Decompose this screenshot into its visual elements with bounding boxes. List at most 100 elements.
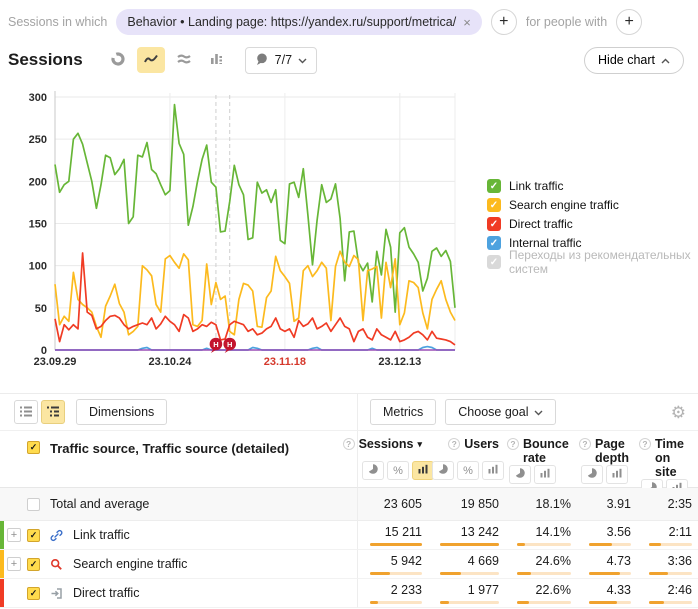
- table-row-label-2[interactable]: +✓Link traffic: [0, 521, 358, 550]
- metric-cell: 3.91: [577, 488, 637, 521]
- row-color-strip: [0, 521, 4, 549]
- bars-display-button[interactable]: [534, 465, 556, 484]
- metric-bar-track: [649, 601, 692, 604]
- svg-text:23.09.29: 23.09.29: [34, 356, 77, 368]
- filter-chip-text: Behavior • Landing page: https://yandex.…: [127, 15, 456, 29]
- metric-bar-fill: [440, 572, 461, 575]
- pie-display-button[interactable]: [581, 465, 603, 484]
- table-row-label-4[interactable]: ✓Direct traffic: [0, 579, 358, 608]
- metric-cell: 2:11: [637, 521, 698, 550]
- metric-bar-track: [370, 543, 422, 546]
- select-all-checkbox[interactable]: ✓: [27, 441, 40, 454]
- line-chart-icon: [143, 51, 159, 70]
- legend-checkbox-icon[interactable]: ✓: [487, 217, 501, 231]
- metric-bar-fill: [649, 572, 668, 575]
- table-row-label-1[interactable]: Total and average: [0, 488, 358, 521]
- add-people-condition-button[interactable]: +: [616, 9, 642, 35]
- legend-label: Search engine traffic: [509, 198, 619, 212]
- display-mode-toggles: %: [360, 461, 434, 480]
- display-mode-toggles: %: [430, 461, 504, 480]
- legend-item-2[interactable]: ✓ Search engine traffic: [487, 198, 698, 212]
- legend-item-3[interactable]: ✓Direct traffic: [487, 217, 698, 231]
- column-header-label-users[interactable]: ? Users: [448, 437, 499, 451]
- metric-bar-fill: [517, 543, 525, 546]
- pie-chart-icon: [110, 51, 126, 70]
- svg-text:H: H: [213, 340, 218, 349]
- metric-cell: 4.33: [577, 579, 637, 608]
- row-checkbox[interactable]: ✓: [27, 558, 40, 571]
- annotations-dropdown[interactable]: 7/7: [245, 47, 317, 74]
- column-header-label-sessions[interactable]: ?Sessions▾: [343, 437, 422, 451]
- add-session-condition-button[interactable]: +: [491, 9, 517, 35]
- sessions-line-chart[interactable]: 05010015020025030023.09.2923.10.2423.11.…: [6, 82, 464, 374]
- expand-row-button[interactable]: +: [7, 557, 21, 571]
- help-icon[interactable]: ?: [343, 438, 355, 450]
- percent-display-button[interactable]: %: [387, 461, 409, 480]
- svg-text:50: 50: [35, 303, 47, 315]
- column-header-users: ? Users%: [428, 431, 505, 488]
- bars-display-button[interactable]: [606, 465, 628, 484]
- metric-cell: 14.1%: [505, 521, 577, 550]
- svg-text:300: 300: [29, 92, 47, 104]
- pie-icon: [437, 463, 449, 478]
- column-header-label-time-on-site[interactable]: ?Time on site: [639, 437, 692, 479]
- metric-bar-track: [517, 601, 571, 604]
- column-label: Users: [464, 437, 499, 451]
- link-traffic-icon: [50, 529, 63, 542]
- hide-chart-button[interactable]: Hide chart: [584, 47, 684, 74]
- chart-type-columns-button[interactable]: [203, 47, 231, 73]
- metric-value: 4.33: [607, 583, 631, 597]
- metric-bar-track: [649, 543, 692, 546]
- pie-display-button[interactable]: [432, 461, 454, 480]
- metric-bar-track: [370, 572, 422, 575]
- pie-display-button[interactable]: [509, 465, 531, 484]
- bars-display-button[interactable]: [482, 461, 504, 480]
- dimensions-button[interactable]: Dimensions: [76, 399, 167, 425]
- legend-checkbox-icon[interactable]: ✓: [487, 198, 501, 212]
- metric-value: 18.1%: [536, 497, 571, 511]
- pie-icon: [367, 463, 379, 478]
- expand-row-button[interactable]: +: [7, 528, 21, 542]
- column-header-bounce-rate: ?Bounce rate: [505, 431, 577, 488]
- report-table: Dimensions Metrics Choose goal ⚙ ✓ Traff…: [0, 393, 698, 608]
- help-icon[interactable]: ?: [448, 438, 460, 450]
- legend-checkbox-icon[interactable]: ✓: [487, 179, 501, 193]
- chart-type-line-button[interactable]: [137, 47, 165, 73]
- metrics-button[interactable]: Metrics: [370, 399, 436, 425]
- chevron-down-icon: [534, 405, 543, 419]
- svg-text:100: 100: [29, 261, 47, 273]
- flat-list-view-button[interactable]: [14, 400, 38, 424]
- tree-view-button[interactable]: [41, 400, 65, 424]
- filter-chip-landing-page[interactable]: Behavior • Landing page: https://yandex.…: [116, 9, 481, 35]
- row-checkbox[interactable]: [27, 498, 40, 511]
- legend-checkbox-icon[interactable]: ✓: [487, 255, 501, 269]
- legend-checkbox-icon[interactable]: ✓: [487, 236, 501, 250]
- percent-display-button[interactable]: %: [457, 461, 479, 480]
- table-row-label-3[interactable]: +✓Search engine traffic: [0, 550, 358, 579]
- metric-bar-fill: [370, 572, 390, 575]
- sort-desc-icon: ▾: [417, 439, 422, 451]
- chart-header: Sessions 7/7 Hide chart: [0, 38, 698, 74]
- help-icon[interactable]: ?: [639, 438, 651, 450]
- help-icon[interactable]: ?: [579, 438, 591, 450]
- row-checkbox[interactable]: ✓: [27, 587, 40, 600]
- help-icon[interactable]: ?: [507, 438, 519, 450]
- metric-cell: 4 669: [428, 550, 505, 579]
- legend-item-1[interactable]: ✓ Link traffic: [487, 179, 698, 193]
- metric-cell: 23 605: [358, 488, 428, 521]
- column-header-label-bounce-rate[interactable]: ?Bounce rate: [507, 437, 571, 465]
- chart-type-stacked-button[interactable]: [170, 47, 198, 73]
- remove-filter-icon[interactable]: ×: [463, 16, 471, 29]
- choose-goal-dropdown[interactable]: Choose goal: [445, 399, 556, 425]
- row-checkbox[interactable]: ✓: [27, 529, 40, 542]
- column-header-label-page-depth[interactable]: ?Page depth: [579, 437, 631, 465]
- pie-display-button[interactable]: [362, 461, 384, 480]
- gear-icon[interactable]: ⚙: [671, 404, 686, 421]
- chart-type-pie-button[interactable]: [104, 47, 132, 73]
- legend-label: Link traffic: [509, 179, 563, 193]
- metric-cell: 22.6%: [505, 579, 577, 608]
- svg-text:23.11.18: 23.11.18: [264, 356, 306, 368]
- chevron-down-icon: [298, 53, 307, 67]
- metric-bar-track: [517, 543, 571, 546]
- legend-item-5[interactable]: ✓Переходы из рекомендательных систем: [487, 255, 698, 269]
